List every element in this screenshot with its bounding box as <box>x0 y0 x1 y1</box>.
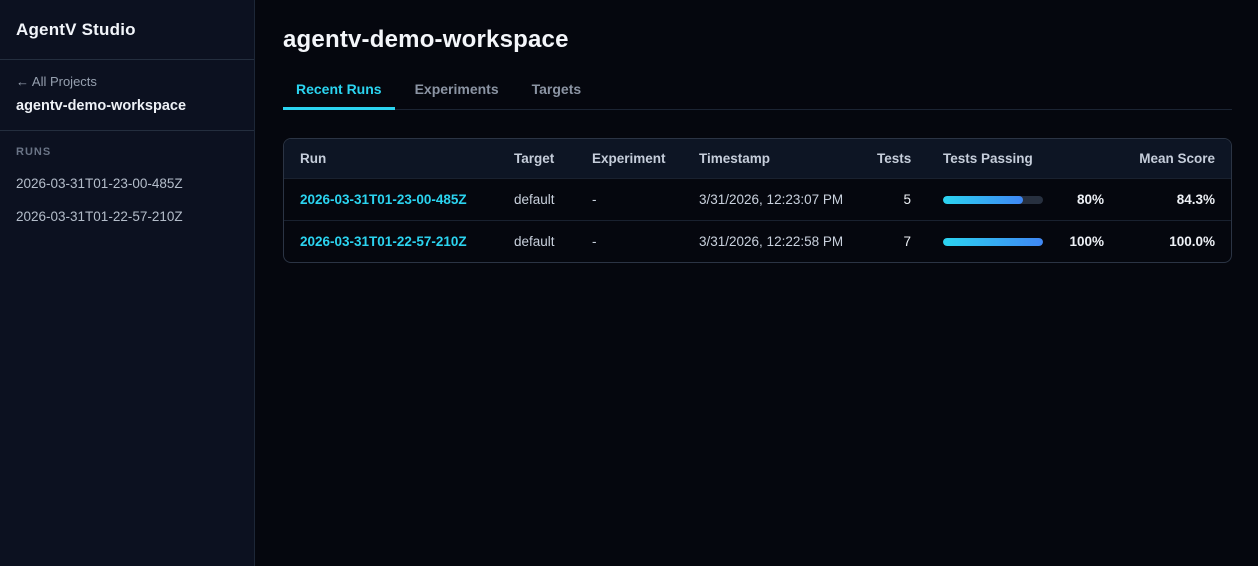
sidebar-run-item[interactable]: 2026-03-31T01-22-57-210Z <box>16 209 238 224</box>
tests-passing-wrap: 100% <box>943 234 1104 249</box>
table-row: 2026-03-31T01-23-00-485Z default - 3/31/… <box>284 178 1231 221</box>
progress-bar-track <box>943 237 1043 246</box>
sidebar-run-list: 2026-03-31T01-23-00-485Z 2026-03-31T01-2… <box>16 176 238 224</box>
cell-experiment: - <box>576 220 683 262</box>
cell-experiment: - <box>576 178 683 221</box>
cell-run: 2026-03-31T01-23-00-485Z <box>284 178 498 221</box>
runs-table: Run Target Experiment Timestamp Tests Te… <box>284 139 1231 262</box>
progress-bar-fill <box>943 195 1023 204</box>
tab-bar: Recent Runs Experiments Targets <box>283 81 1232 110</box>
column-header-run: Run <box>284 139 498 179</box>
tab[interactable]: Experiments <box>402 81 512 110</box>
table-header-row: Run Target Experiment Timestamp Tests Te… <box>284 139 1231 179</box>
column-header-timestamp: Timestamp <box>683 139 861 179</box>
cell-target: default <box>498 220 576 262</box>
tests-passing-percent: 100% <box>1069 234 1104 249</box>
sidebar-run-item[interactable]: 2026-03-31T01-23-00-485Z <box>16 176 238 191</box>
runs-table-card: Run Target Experiment Timestamp Tests Te… <box>283 138 1232 263</box>
cell-mean-score: 100.0% <box>1120 220 1231 262</box>
column-header-tests: Tests <box>861 139 927 179</box>
app-title-bar: AgentV Studio <box>0 0 254 60</box>
cell-mean-score: 84.3% <box>1120 178 1231 221</box>
tab[interactable]: Targets <box>519 81 595 110</box>
cell-run: 2026-03-31T01-22-57-210Z <box>284 220 498 262</box>
progress-bar-fill <box>943 237 1043 246</box>
cell-timestamp: 3/31/2026, 12:22:58 PM <box>683 220 861 262</box>
run-link[interactable]: 2026-03-31T01-22-57-210Z <box>300 234 467 249</box>
tests-passing-percent: 80% <box>1076 192 1104 207</box>
cell-tests: 7 <box>861 220 927 262</box>
column-header-target: Target <box>498 139 576 179</box>
sidebar-project-section: ← All Projects agentv-demo-workspace <box>0 60 254 131</box>
column-header-tests-passing: Tests Passing <box>927 139 1120 179</box>
run-link[interactable]: 2026-03-31T01-23-00-485Z <box>300 192 467 207</box>
all-projects-link[interactable]: ← All Projects <box>16 74 238 89</box>
sidebar: AgentV Studio ← All Projects agentv-demo… <box>0 0 255 566</box>
tests-passing-wrap: 80% <box>943 192 1104 207</box>
tab[interactable]: Recent Runs <box>283 81 395 110</box>
cell-timestamp: 3/31/2026, 12:23:07 PM <box>683 178 861 221</box>
cell-tests-passing: 100% <box>927 220 1120 262</box>
progress-bar-track <box>943 195 1043 204</box>
main-content: agentv-demo-workspace Recent Runs Experi… <box>255 0 1258 566</box>
sidebar-runs-section: RUNS 2026-03-31T01-23-00-485Z 2026-03-31… <box>0 131 254 239</box>
app-title: AgentV Studio <box>16 19 136 39</box>
column-header-experiment: Experiment <box>576 139 683 179</box>
table-row: 2026-03-31T01-22-57-210Z default - 3/31/… <box>284 220 1231 262</box>
workspace-name: agentv-demo-workspace <box>16 98 187 114</box>
page-title: agentv-demo-workspace <box>283 26 569 53</box>
column-header-mean-score: Mean Score <box>1120 139 1231 179</box>
cell-tests-passing: 80% <box>927 178 1120 221</box>
cell-tests: 5 <box>861 178 927 221</box>
cell-target: default <box>498 178 576 221</box>
runs-section-label: RUNS <box>16 146 52 158</box>
